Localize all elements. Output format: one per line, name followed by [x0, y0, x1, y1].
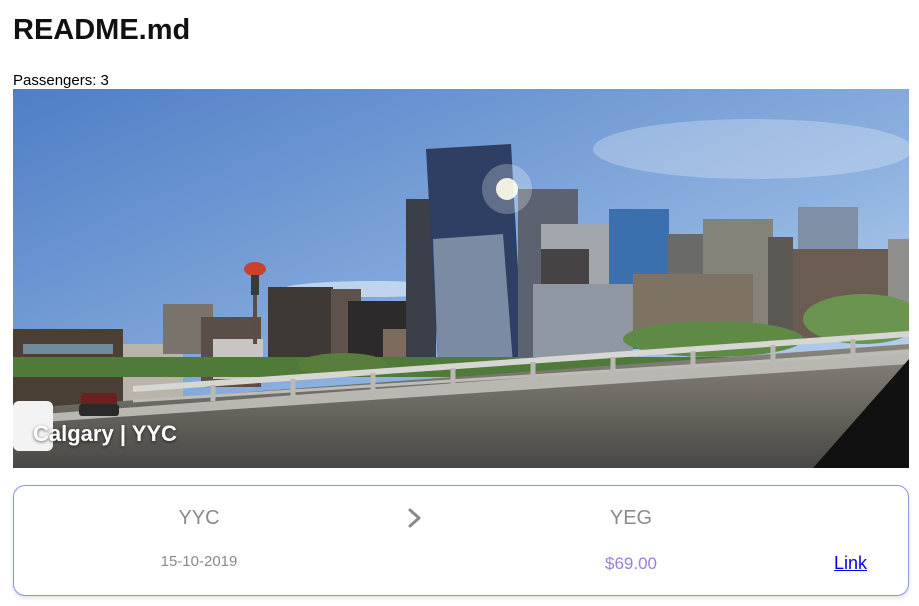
destination-airport: YEG: [609, 507, 653, 529]
origin-airport: YYC: [178, 507, 220, 529]
page: README.md Passengers: 3 Calgary | YYC YY…: [0, 0, 919, 606]
chevron-right-icon: [408, 508, 421, 528]
city-caption: Calgary | YYC: [33, 421, 177, 446]
flight-card: YYC YEG 15-10-2019 $69.00 Link: [13, 485, 909, 596]
page-title: README.md: [13, 14, 191, 46]
calgary-skyline-illustration: [13, 89, 909, 468]
flight-price: $69.00: [605, 554, 657, 573]
departure-date: 15-10-2019: [160, 553, 238, 570]
city-hero-image: Calgary | YYC: [13, 89, 909, 468]
flight-link[interactable]: Link: [834, 553, 867, 574]
passengers-count: Passengers: 3: [13, 72, 109, 89]
